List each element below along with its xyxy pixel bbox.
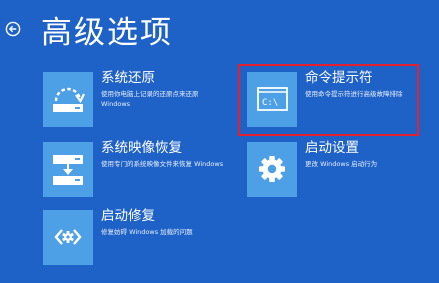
option-startup-repair[interactable]: 启动修复 修复妨碍 Windows 加载的问题 [43, 208, 218, 270]
gear-icon [259, 156, 285, 182]
restore-drive-icon [53, 87, 85, 112]
option-description: 更改 Windows 启动行为 [305, 160, 378, 168]
option-tile [43, 142, 93, 197]
option-title: 系统还原 [101, 70, 155, 86]
back-arrow-circle-icon [5, 21, 21, 37]
option-startup-settings[interactable]: 启动设置 更改 Windows 启动行为 [247, 140, 422, 202]
option-tile [247, 142, 297, 197]
option-description: 修复妨碍 Windows 加载的问题 [101, 228, 193, 236]
option-tile [43, 210, 93, 265]
back-button[interactable] [5, 21, 21, 37]
image-recovery-icon [53, 155, 83, 185]
page-title: 高级选项 [41, 15, 173, 51]
option-title: 启动设置 [305, 140, 359, 156]
option-description: 使用你电脑上记录的还原点来还原 Windows [101, 90, 199, 108]
highlight-box [238, 64, 419, 136]
option-tile [43, 72, 93, 127]
option-title: 系统映像恢复 [101, 140, 182, 156]
option-title: 启动修复 [101, 208, 155, 224]
option-description: 使用专门的系统映像文件来恢复 Windows [101, 160, 224, 168]
option-system-restore[interactable]: 系统还原 使用你电脑上记录的还原点来还原 Windows [43, 70, 218, 132]
startup-repair-icon [54, 229, 82, 245]
option-system-image-recovery[interactable]: 系统映像恢复 使用专门的系统映像文件来恢复 Windows [43, 140, 223, 202]
